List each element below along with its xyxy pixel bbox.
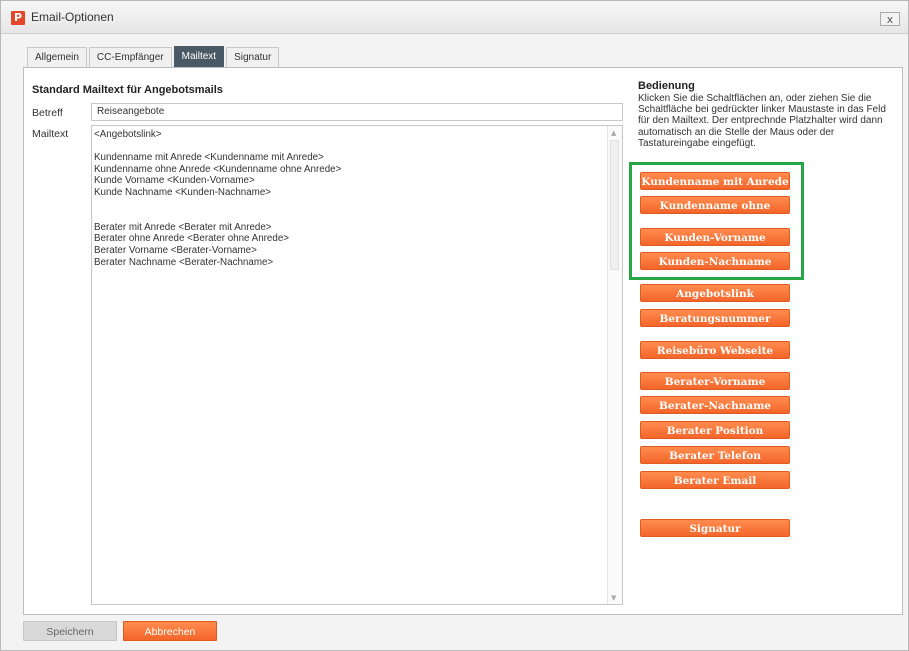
tab-signatur[interactable]: Signatur	[226, 47, 280, 67]
insert-kundenname-mit-anrede-button[interactable]: Kundenname mit Anrede	[640, 172, 790, 190]
scroll-down-icon[interactable]: ▼	[611, 594, 616, 602]
insert-kunden-vorname-button[interactable]: Kunden-Vorname	[640, 228, 790, 246]
save-button[interactable]: Speichern	[23, 621, 117, 641]
tab-bar: Allgemein CC-Empfänger Mailtext Signatur	[27, 46, 281, 67]
insert-berater-telefon-button[interactable]: Berater Telefon	[640, 446, 790, 464]
mailtext-label: Mailtext	[32, 128, 69, 140]
tab-mailtext[interactable]: Mailtext	[173, 46, 225, 67]
mailtext-scrollbar[interactable]: ▲ ▼	[607, 126, 622, 604]
title-bar[interactable]: P Email-Optionen x	[1, 1, 908, 34]
scrollbar-thumb[interactable]	[610, 140, 619, 270]
insert-angebotslink-button[interactable]: Angebotslink	[640, 284, 790, 302]
section-title: Standard Mailtext für Angebotsmails	[32, 84, 223, 96]
cancel-button[interactable]: Abbrechen	[123, 621, 217, 641]
insert-berater-vorname-button[interactable]: Berater-Vorname	[640, 372, 790, 390]
insert-kundenname-ohne-anrede-button[interactable]: Kundenname ohne Anrede	[640, 196, 790, 230]
mailtext-textarea[interactable]: <Angebotslink> Kundenname mit Anrede <Ku…	[91, 125, 623, 605]
mailtext-content[interactable]: <Angebotslink> Kundenname mit Anrede <Ku…	[94, 129, 599, 268]
email-options-window: P Email-Optionen x Allgemein CC-Empfänge…	[0, 0, 909, 651]
help-title: Bedienung	[638, 80, 695, 92]
insert-reisebuero-webseite-button[interactable]: Reisebüro Webseite	[640, 341, 790, 359]
subject-input[interactable]: Reiseangebote	[91, 103, 623, 121]
insert-berater-nachname-button[interactable]: Berater-Nachname	[640, 396, 790, 414]
insert-signatur-button[interactable]: Signatur	[640, 519, 790, 537]
subject-label: Betreff	[32, 107, 63, 119]
insert-berater-position-button[interactable]: Berater Position	[640, 421, 790, 439]
mailtext-panel: Standard Mailtext für Angebotsmails Betr…	[23, 67, 903, 615]
help-text: Klicken Sie die Schaltflächen an, oder z…	[638, 93, 886, 149]
tab-cc-empfaenger[interactable]: CC-Empfänger	[88, 47, 172, 67]
app-logo-icon: P	[11, 11, 25, 25]
insert-beratungsnummer-button[interactable]: Beratungsnummer	[640, 309, 790, 327]
insert-berater-email-button[interactable]: Berater Email	[640, 471, 790, 489]
scroll-up-icon[interactable]: ▲	[611, 129, 616, 137]
insert-kunden-nachname-button[interactable]: Kunden-Nachname	[640, 252, 790, 270]
window-title: Email-Optionen	[31, 10, 114, 24]
tab-allgemein[interactable]: Allgemein	[27, 47, 87, 67]
close-button[interactable]: x	[880, 12, 900, 26]
